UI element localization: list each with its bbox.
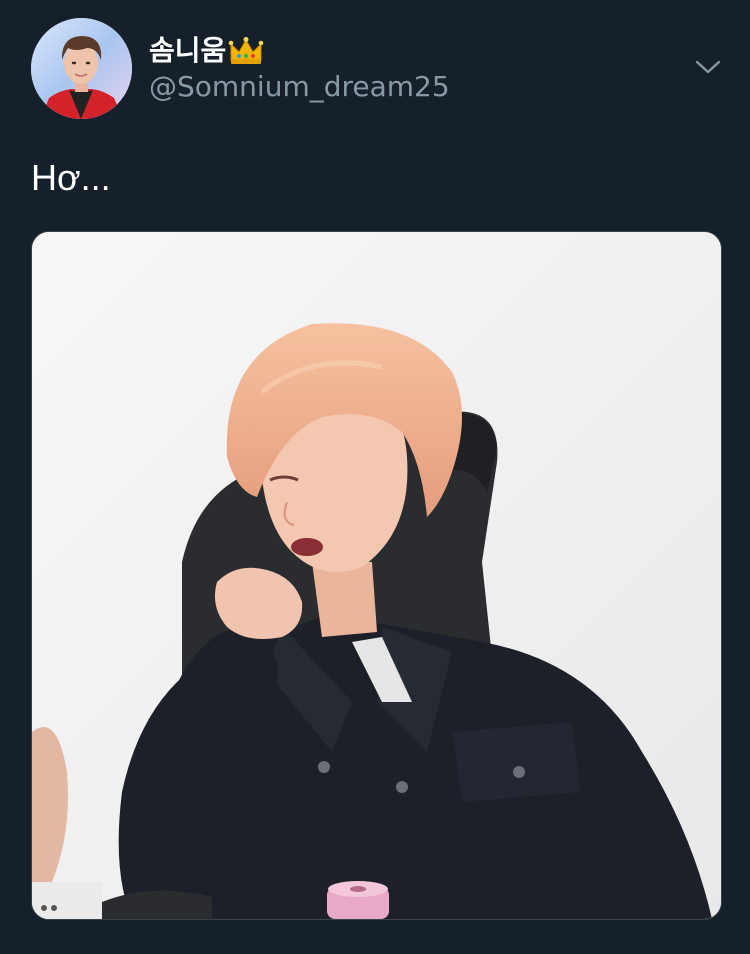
tweet-media-photo[interactable] [31,231,722,920]
display-name-row: 솜니움 [149,33,264,69]
tweet-text: Hơ... [31,157,111,198]
handle[interactable]: @Somnium_dream25 [149,70,450,104]
crown-icon [228,36,264,66]
chevron-down-icon[interactable] [693,57,723,77]
tweet: 솜니움 @Somnium_dream25 Hơ... [0,0,750,954]
display-name[interactable]: 솜니움 [149,34,226,68]
avatar[interactable] [31,18,132,119]
